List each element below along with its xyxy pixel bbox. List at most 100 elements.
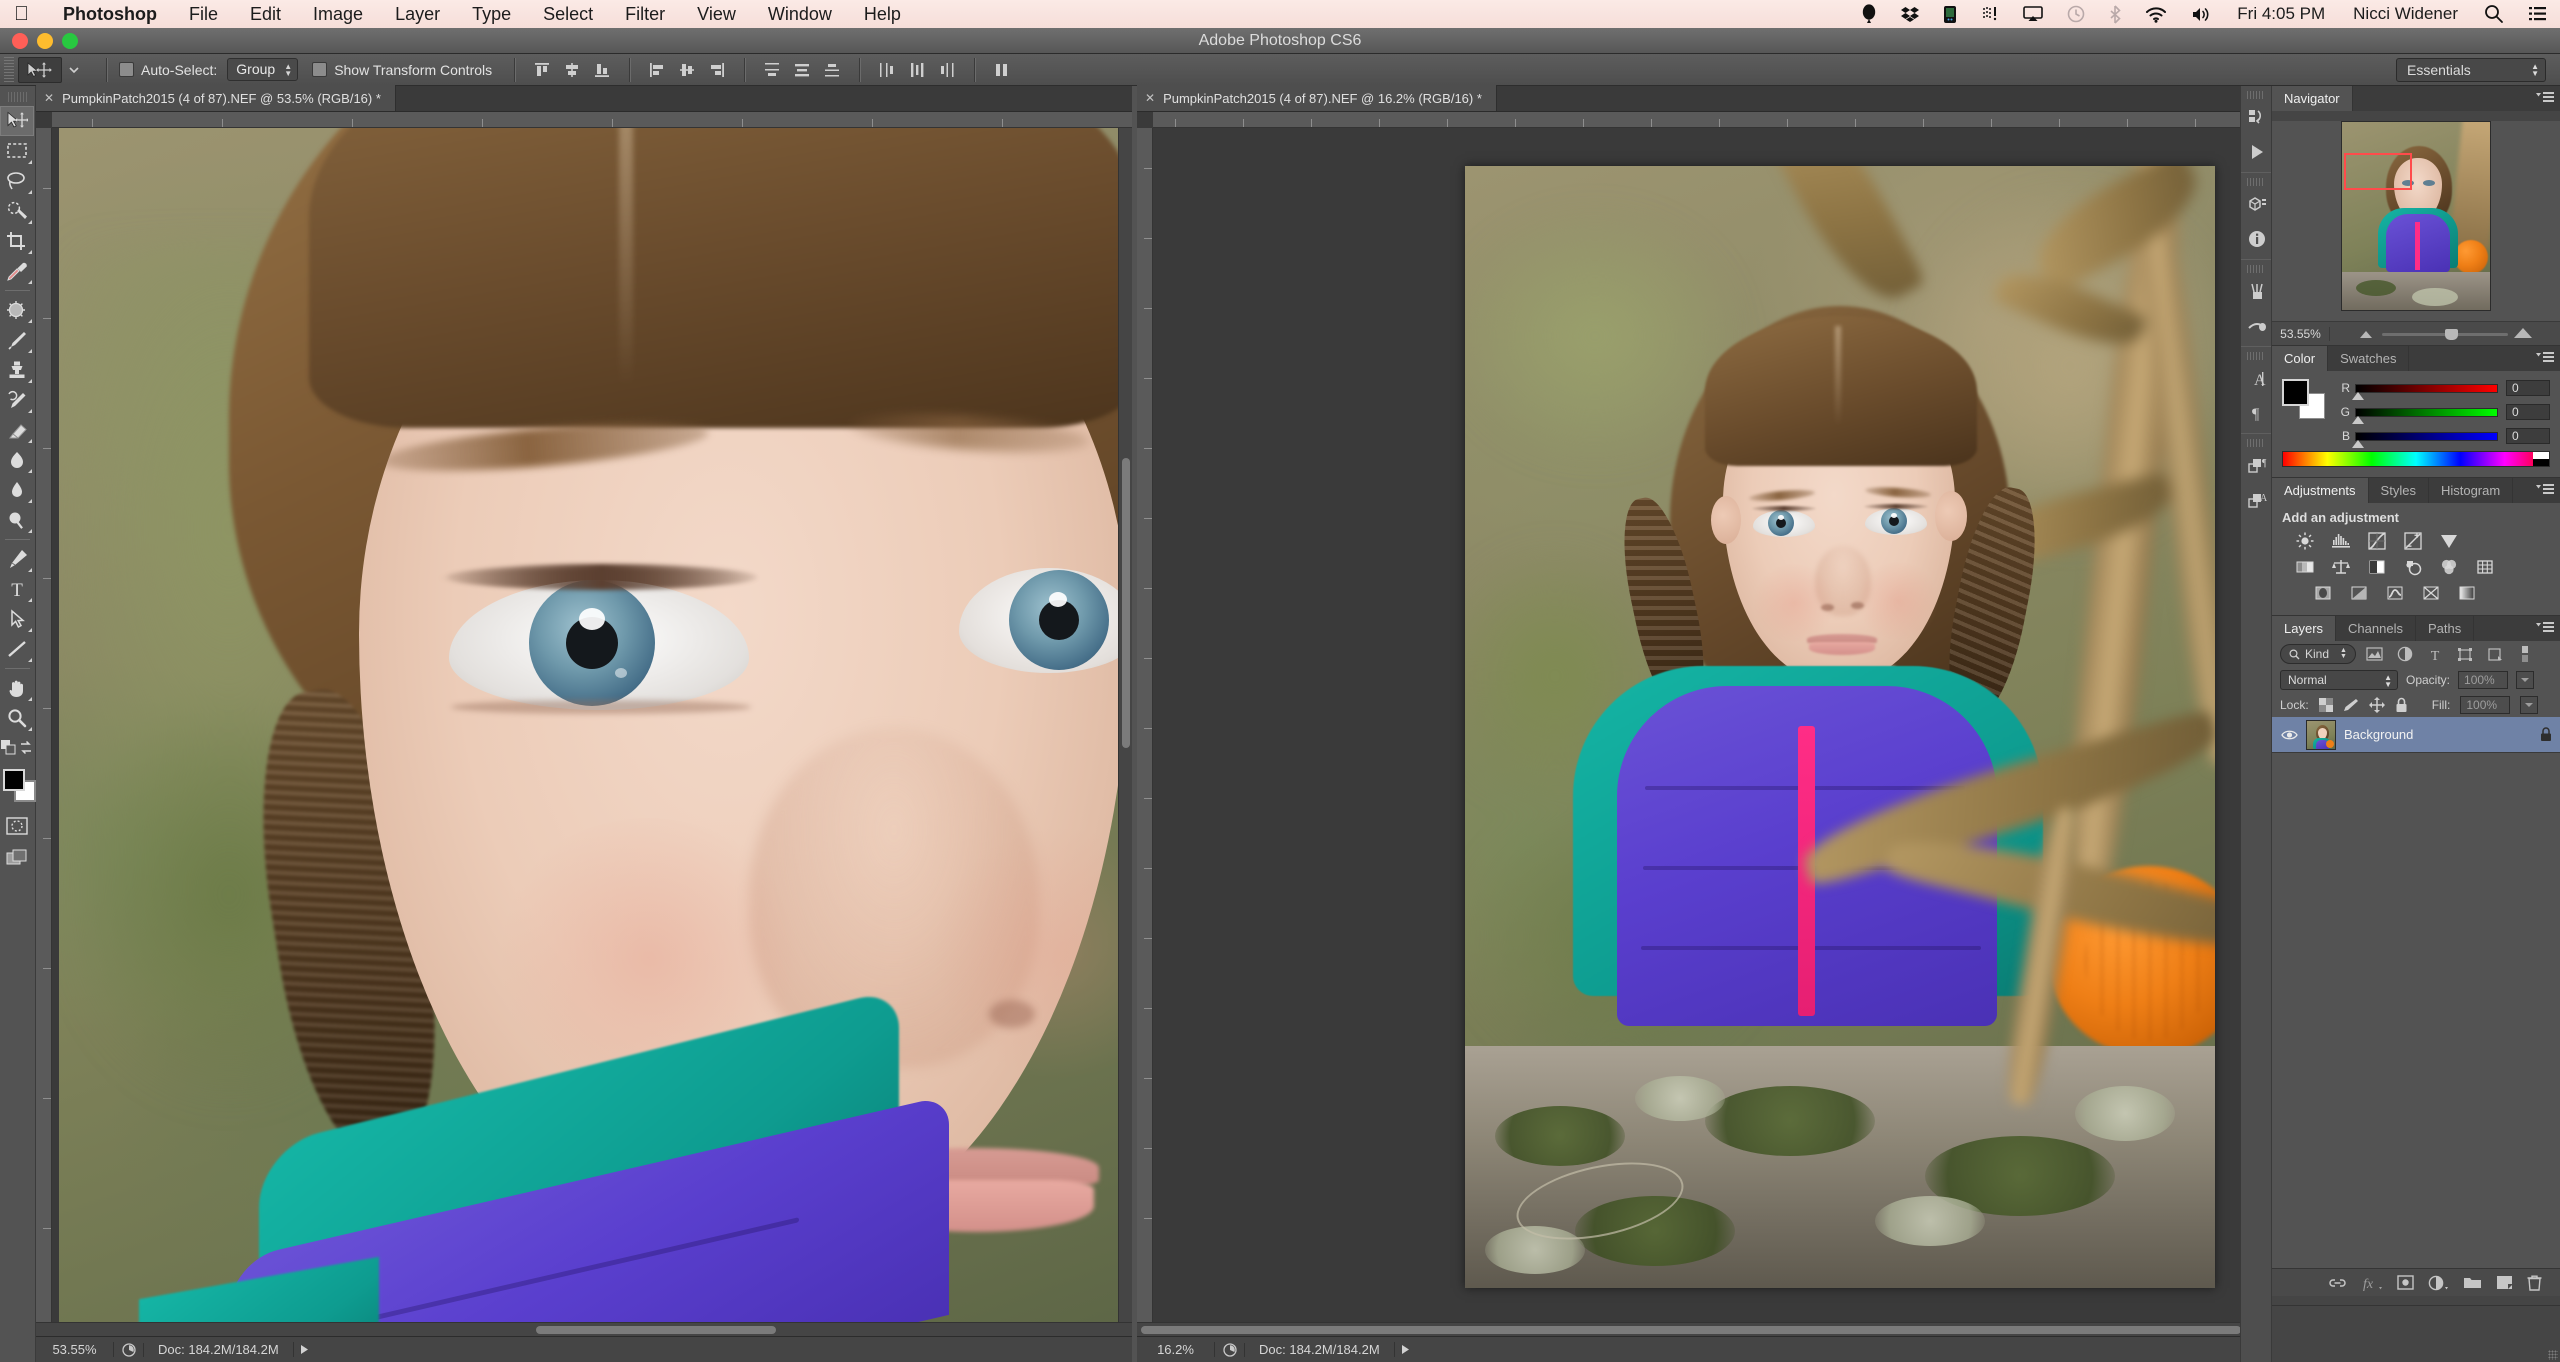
menu-bar-username[interactable]: Nicci Widener [2339, 4, 2472, 24]
panel-menu-icon[interactable] [2536, 351, 2554, 364]
channel-value-g[interactable]: 0 [2506, 404, 2550, 420]
horizontal-type-tool[interactable]: T [0, 574, 34, 604]
toolbox-grip[interactable] [8, 92, 27, 102]
airplay-icon[interactable] [2011, 6, 2055, 22]
delete-layer-icon[interactable] [2527, 1275, 2542, 1291]
align-vertical-centers[interactable] [559, 58, 585, 82]
document-size-2[interactable]: Doc: 184.2M/184.2M [1245, 1342, 1395, 1357]
dodge-tool[interactable] [0, 505, 34, 535]
document-image-1[interactable] [59, 128, 1127, 1336]
foreground-color-swatch[interactable] [2282, 379, 2309, 406]
rectangular-marquee-tool[interactable] [0, 136, 34, 166]
menu-bar-clock[interactable]: Fri 4:05 PM [2223, 4, 2339, 24]
tab-swatches[interactable]: Swatches [2328, 346, 2410, 371]
horizontal-scroll-thumb-1[interactable] [536, 1326, 776, 1334]
panel-menu-icon[interactable] [2536, 91, 2554, 104]
panel-resize-grip[interactable] [2548, 1350, 2558, 1360]
chevron-right-icon[interactable] [294, 1344, 316, 1355]
link-layers-icon[interactable] [2328, 1276, 2347, 1290]
channel-value-b[interactable]: 0 [2506, 428, 2550, 444]
menu-item-filter[interactable]: Filter [609, 4, 681, 25]
tab-channels[interactable]: Channels [2336, 616, 2416, 641]
close-tab-icon[interactable]: ✕ [1145, 91, 1155, 105]
foreground-color-swatch[interactable] [3, 769, 25, 791]
volume-icon[interactable] [2179, 6, 2223, 23]
filter-shape-icon[interactable] [2454, 644, 2476, 664]
align-right-edges[interactable] [704, 58, 730, 82]
document-image-2[interactable] [1465, 166, 2215, 1288]
tab-navigator[interactable]: Navigator [2272, 86, 2353, 111]
paragraph-panel-icon[interactable]: ¶ [2241, 396, 2273, 430]
horizontal-scrollbar-1[interactable] [36, 1322, 1132, 1336]
layer-name[interactable]: Background [2344, 727, 2532, 742]
new-adjustment-layer-icon[interactable] [2428, 1275, 2449, 1291]
dock-grip[interactable] [2247, 352, 2265, 360]
tab-paths[interactable]: Paths [2416, 616, 2475, 641]
auto-align-layers[interactable] [989, 58, 1015, 82]
bluetooth-icon[interactable] [2097, 4, 2133, 24]
layer-thumbnail[interactable] [2306, 719, 2336, 750]
align-horizontal-centers[interactable] [674, 58, 700, 82]
distribute-horizontal-centers[interactable] [904, 58, 930, 82]
line-shape-tool[interactable] [0, 634, 34, 664]
opacity-value[interactable]: 100% [2458, 671, 2509, 689]
brush-panel-icon[interactable] [2241, 275, 2273, 309]
new-group-icon[interactable] [2463, 1275, 2482, 1290]
brush-tool[interactable] [0, 325, 34, 355]
filter-pixel-icon[interactable] [2364, 644, 2386, 664]
swap-colors-icon[interactable] [18, 733, 36, 763]
tab-histogram[interactable]: Histogram [2429, 478, 2514, 503]
layer-style-fx-icon[interactable]: fx [2361, 1275, 2383, 1291]
posterize-icon[interactable] [2348, 583, 2370, 603]
menu-item-view[interactable]: View [681, 4, 752, 25]
navigator-slider-knob[interactable] [2445, 328, 2458, 340]
channel-slider-r[interactable] [2352, 383, 2498, 400]
exposure-icon[interactable] [2402, 531, 2424, 551]
3d-panel-icon[interactable] [2241, 188, 2273, 222]
layer-row-background[interactable]: Background [2272, 717, 2560, 753]
dock-grip[interactable] [2247, 439, 2265, 447]
battery-icon[interactable] [1931, 5, 1969, 24]
brush-presets-panel-icon[interactable] [2241, 309, 2273, 343]
path-selection-tool[interactable] [0, 604, 34, 634]
zoom-level-2[interactable]: 16.2% [1137, 1342, 1215, 1357]
brightness-contrast-icon[interactable] [2294, 531, 2316, 551]
close-tab-icon[interactable]: ✕ [44, 91, 54, 105]
slider-knob[interactable] [2352, 415, 2364, 424]
layer-visibility-eye-icon[interactable] [2280, 729, 2298, 741]
color-lookup-icon[interactable] [2474, 557, 2496, 577]
apple-icon[interactable]:  [14, 4, 29, 24]
document-info-icon[interactable] [1215, 1342, 1245, 1357]
color-swatch-pair[interactable] [2282, 379, 2326, 419]
tool-preset-chevron-icon[interactable] [68, 66, 80, 74]
crop-tool[interactable] [0, 226, 34, 256]
chevron-right-icon[interactable] [1395, 1344, 1417, 1355]
filter-toggle-icon[interactable] [2514, 644, 2536, 664]
color-swatches[interactable] [0, 767, 36, 805]
history-brush-tool[interactable] [0, 385, 34, 415]
invert-icon[interactable] [2312, 583, 2334, 603]
quick-mask-mode-icon[interactable] [0, 813, 34, 839]
vertical-scroll-thumb-1[interactable] [1122, 458, 1130, 748]
menu-item-window[interactable]: Window [752, 4, 848, 25]
align-top-edges[interactable] [529, 58, 555, 82]
add-mask-icon[interactable] [2397, 1275, 2414, 1290]
distribute-vertical-centers[interactable] [789, 58, 815, 82]
panel-menu-icon[interactable] [2536, 483, 2554, 496]
black-white-icon[interactable] [2366, 557, 2388, 577]
dots-icon[interactable] [1969, 5, 2011, 23]
clone-stamp-tool[interactable] [0, 355, 34, 385]
threshold-icon[interactable] [2384, 583, 2406, 603]
options-bar-grip[interactable] [4, 56, 14, 83]
filter-smart-object-icon[interactable] [2484, 644, 2506, 664]
blend-mode-select[interactable]: Normal ▲ ▼ [2280, 670, 2398, 690]
spectrum-white-black-swatch[interactable] [2533, 452, 2549, 466]
panel-menu-icon[interactable] [2536, 621, 2554, 634]
menu-item-file[interactable]: File [173, 4, 234, 25]
vertical-scrollbar-1[interactable] [1118, 128, 1132, 1322]
levels-icon[interactable] [2330, 531, 2352, 551]
zoom-out-icon[interactable] [2358, 328, 2374, 340]
distribute-top-edges[interactable] [759, 58, 785, 82]
navigator-zoom-value[interactable]: 53.55% [2272, 326, 2330, 341]
distribute-left-edges[interactable] [874, 58, 900, 82]
